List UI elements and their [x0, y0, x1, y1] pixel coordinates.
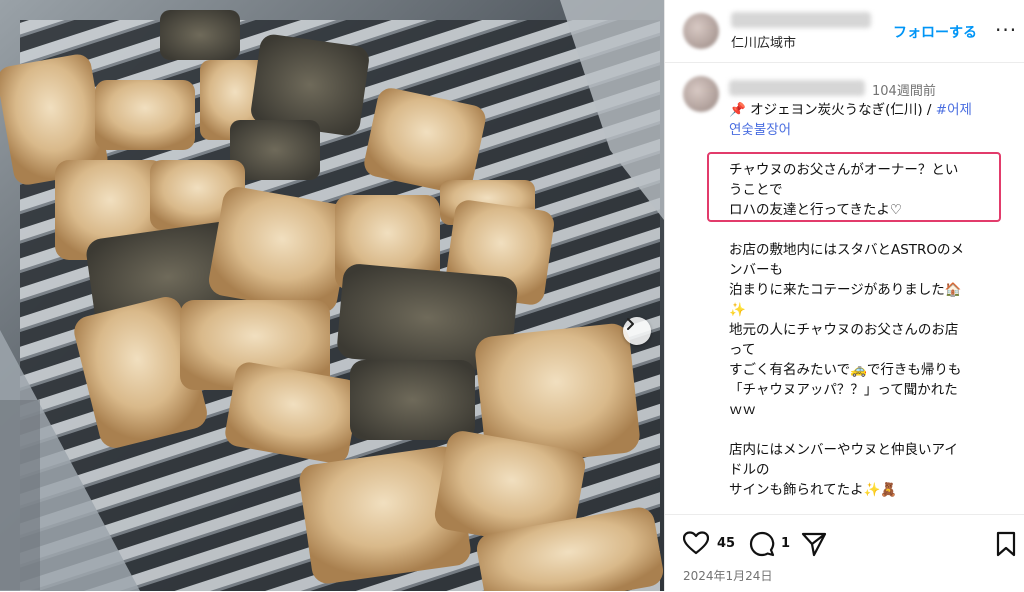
comment-button[interactable] [749, 531, 775, 561]
caption-author-name-blurred[interactable] [729, 80, 865, 96]
caption-area: 104週間前 📌 オジェヨン炭火うなぎ(仁川) / #어제 연숯불장어 チャウヌ… [665, 62, 1024, 514]
next-photo-button[interactable] [623, 317, 651, 345]
follow-button[interactable]: フォローする [893, 22, 977, 42]
like-count: 45 [717, 536, 736, 551]
caption-title-text: 📌 オジェヨン炭火うなぎ(仁川) / [729, 102, 936, 118]
caption-title: 📌 オジェヨン炭火うなぎ(仁川) / #어제 연숯불장어 [729, 100, 1019, 140]
hashtag-link-cont[interactable]: 연숯불장어 [729, 122, 791, 138]
comment-icon [749, 531, 775, 557]
like-button[interactable] [682, 531, 710, 559]
post-photo [0, 0, 664, 591]
action-bar: 45 1 2024年1月24日 [665, 514, 1024, 592]
post-detail-panel: 仁川広域市 フォローする ··· 104週間前 📌 オジェヨン炭火うなぎ(仁川)… [664, 0, 1024, 591]
caption-line: ｗｗ [729, 402, 756, 418]
send-icon [801, 532, 827, 557]
caption-body: お店の敷地内にはスタバとASTROのメ ンバーも 泊まりに来たコテージがありまし… [729, 240, 1019, 500]
caption-line: 泊まりに来たコテージがありました🏠 [729, 282, 962, 298]
post-date: 2024年1月24日 [683, 569, 773, 583]
share-button[interactable] [801, 531, 827, 561]
grilled-eel-image [0, 0, 664, 591]
caption-line: 地元の人にチャウヌのお父さんのお店 [729, 322, 959, 338]
caption-line: ✨ [729, 302, 746, 318]
caption-line: ドルの [729, 462, 770, 478]
caption-line: 「チャウヌアッパ？？」って聞かれた [729, 382, 958, 398]
post-header: 仁川広域市 フォローする ··· [665, 0, 1024, 63]
caption-line: お店の敷地内にはスタバとASTROのメ [729, 242, 965, 258]
hashtag-link[interactable]: #어제 [936, 102, 972, 118]
heart-icon [682, 531, 710, 555]
caption-author-avatar[interactable] [683, 76, 719, 112]
save-button[interactable] [995, 531, 1017, 561]
location-label[interactable]: 仁川広域市 [731, 32, 796, 51]
author-name-blurred[interactable] [731, 12, 871, 28]
comment-count: 1 [781, 536, 791, 551]
caption-line: サインも飾られてたよ✨🧸 [729, 482, 898, 498]
caption-line: 店内にはメンバーやウヌと仲良いアイ [729, 442, 958, 458]
caption-line: ロハの友達と行ってきたよ♡ [729, 202, 903, 218]
caption-line [729, 420, 1019, 440]
highlighted-text: チャウヌのお父さんがオーナー？とい うことで ロハの友達と行ってきたよ♡ [729, 160, 1019, 220]
chevron-right-icon [627, 318, 634, 330]
caption-line: うことで [729, 182, 783, 198]
post-time-ago: 104週間前 [872, 84, 936, 99]
more-options-button[interactable]: ··· [995, 18, 1017, 42]
caption-line: すごく有名みたいで🚕で行きも帰りも [729, 362, 962, 378]
caption-line: チャウヌのお父さんがオーナー？とい [729, 162, 959, 178]
author-avatar[interactable] [683, 13, 719, 49]
bookmark-icon [996, 531, 1016, 557]
caption-line: って [729, 342, 756, 358]
caption-line: ンバーも [729, 262, 783, 278]
